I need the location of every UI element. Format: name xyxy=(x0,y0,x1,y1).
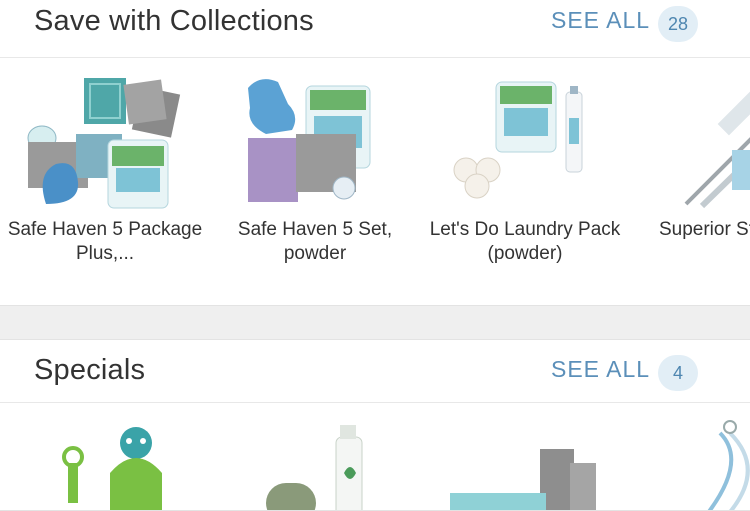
specials-carousel[interactable] xyxy=(0,403,750,510)
special-spray-product-image xyxy=(266,425,363,510)
safe-haven-set-product-image xyxy=(248,79,371,202)
superior-starter-product-image xyxy=(684,88,750,209)
collections-title: Save with Collections xyxy=(34,5,314,37)
specials-title: Specials xyxy=(34,354,146,386)
collection-card-name: Safe Haven 5 Set, powder xyxy=(237,219,393,264)
collection-card-laundry-pack[interactable]: Let's Do Laundry Pack (powder) xyxy=(420,58,620,305)
collections-see-all-link[interactable]: SEE ALL xyxy=(551,7,650,34)
special-duster-product-image xyxy=(62,427,162,510)
specials-count-badge: 4 xyxy=(658,355,698,391)
collection-card-name: Superior Starter S xyxy=(658,219,750,240)
collections-count-badge: 28 xyxy=(658,6,698,42)
collection-card-safe-haven-plus[interactable]: Safe Haven 5 Package Plus,... xyxy=(0,58,202,305)
specials-header: Specials SEE ALL 4 xyxy=(0,340,750,403)
special-cloth-set-product-image xyxy=(450,449,596,510)
collection-card-safe-haven-set[interactable]: Safe Haven 5 Set, powder xyxy=(210,58,410,305)
safe-haven-plus-product-image xyxy=(27,78,181,209)
collections-carousel[interactable]: Safe Haven 5 Package Plus,... Safe Haven… xyxy=(0,58,750,305)
collection-card-superior-starter[interactable]: Superior Starter S xyxy=(630,58,750,305)
laundry-pack-product-image xyxy=(453,81,583,199)
collection-card-name: Safe Haven 5 Package Plus,... xyxy=(7,219,203,264)
specials-see-all-link[interactable]: SEE ALL xyxy=(551,356,650,383)
collections-header: Save with Collections SEE ALL 28 xyxy=(0,0,750,58)
collections-section: Save with Collections SEE ALL 28 Safe Ha… xyxy=(0,0,750,306)
special-partial-product-image xyxy=(707,420,750,510)
specials-section: Specials SEE ALL 4 xyxy=(0,339,750,511)
collection-card-name: Let's Do Laundry Pack (powder) xyxy=(429,219,621,264)
